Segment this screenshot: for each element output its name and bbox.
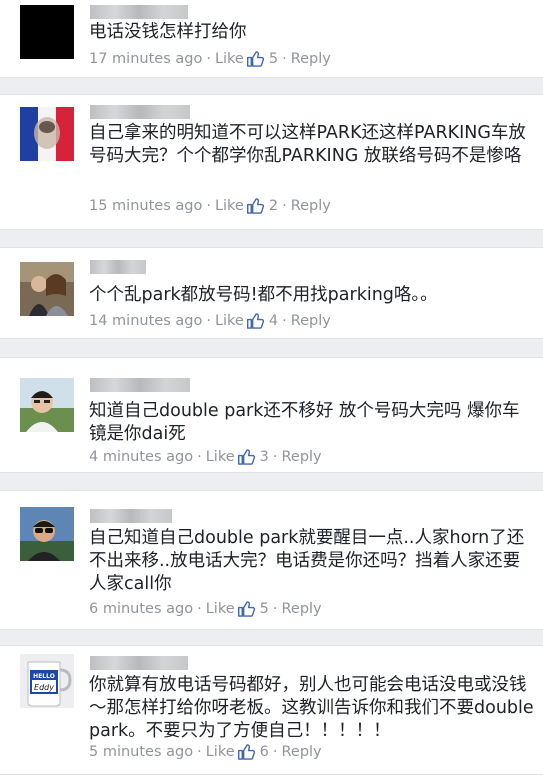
separator-dot: ·: [206, 51, 211, 67]
like-button[interactable]: Like: [206, 744, 235, 760]
reply-button[interactable]: Reply: [281, 449, 321, 465]
blurred-name[interactable]: [90, 105, 190, 119]
separator-dot: ·: [282, 51, 287, 67]
mug-label-top: HELLO: [33, 673, 55, 680]
separator-dot: ·: [197, 744, 202, 760]
separator-dot: ·: [197, 601, 202, 617]
like-button[interactable]: Like: [215, 313, 244, 329]
avatar[interactable]: [20, 262, 74, 316]
timestamp[interactable]: 14 minutes ago: [89, 313, 202, 329]
like-button[interactable]: Like: [206, 601, 235, 617]
like-button[interactable]: Like: [215, 198, 244, 214]
blurred-name[interactable]: [90, 5, 188, 19]
thumbs-up-icon: [246, 198, 264, 214]
timestamp[interactable]: 15 minutes ago: [89, 198, 202, 214]
separator-dot: ·: [272, 744, 278, 760]
comment-meta: 15 minutes ago · Like 2 · Reply: [89, 198, 331, 214]
flag-avatar-icon: [20, 107, 74, 161]
man-photo-avatar-icon: [20, 378, 74, 432]
mug-label-name: Eddy: [34, 683, 54, 692]
like-count: 5: [268, 51, 279, 67]
comment-item: 个个乱park都放号码!都不用找parking咯。。 14 minutes ag…: [0, 247, 543, 339]
reply-button[interactable]: Reply: [281, 601, 321, 617]
comment-text: 自己知道自己double park就要醒目一点..人家horn了还不出来移..放…: [89, 528, 525, 594]
black-avatar-icon: [20, 5, 74, 59]
avatar[interactable]: [20, 507, 74, 561]
thumbs-up-icon: [246, 51, 264, 67]
separator-dot: ·: [206, 313, 211, 329]
comment-item: 知道自己double park还不移好 放个号码大完吗 爆你车镜是你dai死 4…: [0, 357, 543, 473]
comment-meta: 4 minutes ago · Like 3 · Reply: [89, 449, 322, 465]
reply-button[interactable]: Reply: [291, 313, 331, 329]
like-count: 5: [259, 601, 269, 617]
comment-feed: 电话没钱怎样打给你 17 minutes ago · Like 5 · Repl…: [0, 0, 543, 775]
separator-dot: ·: [272, 449, 278, 465]
comment-meta: 17 minutes ago · Like 5 · Reply: [89, 51, 331, 67]
comment-text: 你就算有放电话号码都好，别人也可能会电话没电或没钱～那怎样打给你呀老板。这教训告…: [89, 675, 534, 741]
comment-meta: 14 minutes ago · Like 4 · Reply: [89, 313, 331, 329]
thumbs-up-icon: [246, 313, 264, 329]
comment-meta: 6 minutes ago · Like 5 · Reply: [89, 601, 322, 617]
comment-item: 电话没钱怎样打给你 17 minutes ago · Like 5 · Repl…: [0, 0, 543, 78]
thumbs-up-icon: [237, 744, 255, 760]
reply-button[interactable]: Reply: [291, 198, 331, 214]
timestamp[interactable]: 17 minutes ago: [89, 51, 202, 67]
thumbs-up-icon: [237, 449, 255, 465]
reply-button[interactable]: Reply: [281, 744, 321, 760]
comment-meta: 5 minutes ago · Like 6 · Reply: [89, 744, 322, 760]
avatar[interactable]: [20, 5, 74, 59]
avatar[interactable]: HELLO Eddy: [20, 654, 74, 708]
like-count: 3: [259, 449, 269, 465]
separator-dot: ·: [282, 198, 287, 214]
reply-button[interactable]: Reply: [291, 51, 331, 67]
mug-avatar-icon: HELLO Eddy: [20, 654, 74, 708]
thumbs-up-icon: [237, 601, 255, 617]
comment-text: 个个乱park都放号码!都不用找parking咯。。: [89, 285, 438, 305]
timestamp[interactable]: 4 minutes ago: [89, 449, 193, 465]
comment-text: 电话没钱怎样打给你: [89, 22, 247, 42]
like-count: 6: [259, 744, 269, 760]
separator-dot: ·: [282, 313, 287, 329]
avatar[interactable]: [20, 107, 74, 161]
avatar[interactable]: [20, 378, 74, 432]
comment-item: 自己知道自己double park就要醒目一点..人家horn了还不出来移..放…: [0, 490, 543, 630]
like-count: 2: [268, 198, 279, 214]
timestamp[interactable]: 5 minutes ago: [89, 744, 193, 760]
timestamp[interactable]: 6 minutes ago: [89, 601, 193, 617]
like-count: 4: [268, 313, 279, 329]
blurred-name[interactable]: [90, 656, 188, 670]
blurred-name[interactable]: [90, 378, 190, 392]
like-button[interactable]: Like: [206, 449, 235, 465]
sunglasses-man-avatar-icon: [20, 507, 74, 561]
comment-text: 知道自己double park还不移好 放个号码大完吗 爆你车镜是你dai死: [89, 401, 520, 444]
comment-item: 自己拿来的明知道不可以这样PARK还这样PARKING车放号码大完？个个都学你乱…: [0, 94, 543, 230]
comment-item: HELLO Eddy 你就算有放电话号码都好，别人也可能会电话没电或没钱～那怎样…: [0, 645, 543, 775]
blurred-name[interactable]: [90, 509, 172, 523]
comment-text: 自己拿来的明知道不可以这样PARK还这样PARKING车放号码大完？个个都学你乱…: [89, 123, 526, 166]
separator-dot: ·: [206, 198, 211, 214]
blurred-name[interactable]: [90, 260, 146, 274]
couple-photo-avatar-icon: [20, 262, 74, 316]
separator-dot: ·: [197, 449, 202, 465]
separator-dot: ·: [272, 601, 278, 617]
like-button[interactable]: Like: [215, 51, 244, 67]
